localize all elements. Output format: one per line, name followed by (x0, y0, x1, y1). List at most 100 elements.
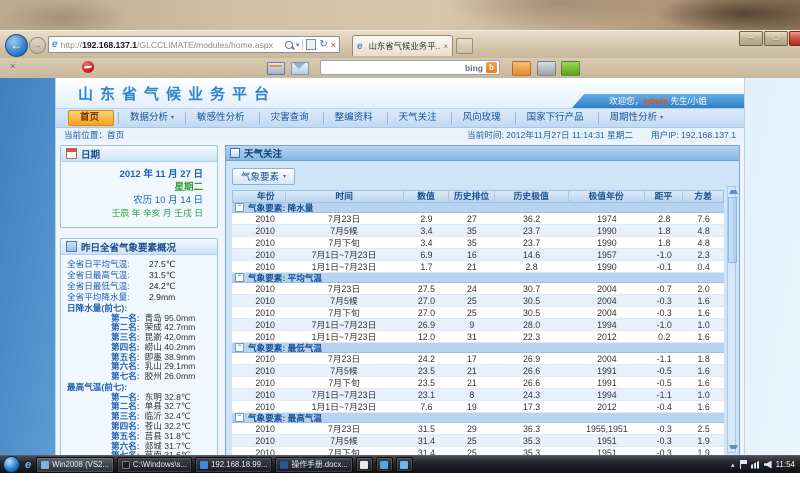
card-reader-icon[interactable] (267, 62, 285, 75)
table-row[interactable]: 20107月23日31.52936.31955,1951-0.32.5 (232, 423, 724, 435)
refresh-icon[interactable]: ↻ (319, 40, 327, 50)
new-tab-button[interactable] (456, 38, 473, 54)
collapse-icon[interactable]: − (235, 343, 244, 352)
tray-expand-icon[interactable]: ▴ (731, 461, 735, 469)
taskbar-window-button[interactable]: Win2008 (VS2... (36, 457, 114, 473)
table-cell: 26.6 (495, 377, 569, 389)
action-center-flag-icon[interactable] (739, 460, 747, 469)
table-row[interactable]: 20107月5候27.02530.52004-0.31.6 (232, 295, 724, 307)
tab-close-icon[interactable]: × (443, 42, 448, 51)
table-row[interactable]: 20107月5候31.42535.31951-0.31.9 (232, 435, 724, 447)
forward-button[interactable]: → (29, 37, 46, 54)
back-button[interactable]: ← (5, 34, 28, 57)
nav-item[interactable]: 敏感性分析 (185, 112, 259, 124)
table-cell: 1951 (569, 447, 645, 456)
column-header: 方差 (683, 190, 723, 203)
element-filter-button[interactable]: 气象要素▾ (232, 168, 295, 185)
nav-item[interactable]: 风向玫瑰 (451, 112, 515, 124)
username: admin (643, 96, 668, 106)
maximize-button[interactable]: □ (764, 31, 788, 46)
scrollbar-thumb[interactable] (728, 197, 737, 263)
group-header-row[interactable]: − 气象要素: 最高气温 (232, 413, 724, 423)
table-row[interactable]: 20107月1日~7月23日26.9928.01994-1.01.0 (232, 319, 724, 331)
stop-icon[interactable]: × (331, 40, 336, 50)
table-row[interactable]: 20107月23日2.92736.219742.87.6 (232, 213, 724, 225)
table-cell: 2004 (569, 283, 645, 295)
browser-tab[interactable]: e 山东省气候业务平... × (352, 35, 453, 56)
close-button[interactable]: × (789, 31, 800, 46)
table-row[interactable]: 20107月5候3.43523.719901.84.8 (232, 225, 724, 237)
rank-item: 第三名:临沂 32.4℃ (67, 412, 213, 422)
table-row[interactable]: 20107月下旬3.43523.719901.84.8 (232, 237, 724, 249)
table-cell: 2010 (246, 295, 284, 307)
nav-item[interactable]: 首页 (68, 110, 114, 126)
rank-item: 第七名:胶州 26.0mm (67, 372, 213, 382)
date-line: 2012 年 11 月 27 日 (67, 168, 203, 181)
table-cell: 2010 (246, 435, 284, 447)
search-dropdown-icon[interactable]: ▾ (296, 41, 300, 49)
compatibility-view-icon[interactable] (306, 39, 316, 50)
bing-search-input[interactable]: bing b (320, 60, 500, 75)
url-text[interactable]: http://192.168.137.1/GLCCLIMATE/modules/… (61, 40, 283, 50)
taskbar-icon-button[interactable] (356, 457, 373, 472)
group-header-row[interactable]: − 气象要素: 降水量 (232, 203, 724, 213)
table-row[interactable]: 20107月23日24.21726.92004-1.11.8 (232, 353, 724, 365)
collapse-icon[interactable]: − (235, 273, 244, 282)
table-row[interactable]: 20107月下旬23.52126.61991-0.51.6 (232, 377, 724, 389)
network-icon[interactable] (751, 461, 760, 469)
address-bar[interactable]: e http://192.168.137.1/GLCCLIMATE/module… (48, 36, 340, 53)
start-button[interactable] (3, 456, 20, 473)
table-cell: 26.9 (404, 319, 449, 331)
addon-orange-icon[interactable] (512, 61, 531, 76)
volume-icon[interactable] (764, 461, 772, 469)
collapse-icon[interactable]: − (235, 413, 244, 422)
collapse-icon[interactable]: − (235, 203, 244, 212)
taskbar-window-button[interactable]: C:\Windows\s... (117, 457, 192, 473)
table-cell: 31.5 (404, 423, 449, 435)
nav-item[interactable]: 数据分析▾ (118, 112, 185, 124)
bing-search-button[interactable]: b (486, 62, 497, 73)
table-cell: 1.8 (645, 225, 683, 237)
table-cell: 23.5 (404, 377, 449, 389)
table-row[interactable]: 20107月下旬27.02530.52004-0.31.6 (232, 307, 724, 319)
table-cell: -0.3 (645, 307, 683, 319)
ie-taskbar-icon[interactable]: e (23, 458, 33, 472)
panel-header: 天气关注 (226, 146, 739, 161)
addon-green-icon[interactable] (561, 61, 580, 76)
taskbar-icon-button[interactable] (396, 457, 413, 472)
taskbar-window-button[interactable]: 192.168.18.99... (195, 457, 272, 473)
table-scrollbar[interactable] (727, 186, 736, 453)
scroll-up-icon[interactable] (729, 190, 738, 194)
weather-summary-panel: 昨日全省气象要素概况 全省日平均气温:27.5℃全省日最高气温:31.5℃全省日… (60, 238, 218, 455)
table-row[interactable]: 20107月23日27.52430.72004-0.72.0 (232, 283, 724, 295)
taskbar-window-button[interactable]: 操作手册.docx... (275, 457, 352, 473)
minimize-button[interactable]: – (739, 31, 763, 46)
table-cell: 27 (449, 213, 494, 225)
addon-red-icon[interactable] (82, 61, 94, 73)
group-header-row[interactable]: − 气象要素: 平均气温 (232, 273, 724, 283)
table-row[interactable]: 20107月下旬31.42535.31951-0.31.9 (232, 447, 724, 455)
table-cell: 7月23日 (284, 423, 404, 435)
table-row[interactable]: 20107月5候23.52126.61991-0.51.6 (232, 365, 724, 377)
window-icon (380, 461, 388, 469)
search-icon[interactable] (285, 41, 293, 49)
mail-icon[interactable] (291, 62, 309, 75)
nav-item[interactable]: 周期性分析▾ (598, 112, 675, 124)
table-cell: 1994 (569, 389, 645, 401)
scroll-down-icon[interactable] (729, 445, 738, 449)
nav-item[interactable]: 整编资料 (323, 112, 387, 124)
nav-item[interactable]: 天气关注 (387, 112, 451, 124)
table-cell: 2012 (569, 331, 645, 343)
table-row[interactable]: 20107月1日~7月23日23.1824.31994-1.11.0 (232, 389, 724, 401)
table-cell: 2010 (246, 447, 284, 456)
command-bar-close-icon[interactable]: × (10, 61, 15, 71)
group-header-row[interactable]: − 气象要素: 最低气温 (232, 343, 724, 353)
table-row[interactable]: 20107月1日~7月23日6.91614.61957-1.02.3 (232, 249, 724, 261)
page-title: 山东省气候业务平台 (78, 83, 276, 104)
addon-grey-icon[interactable] (537, 61, 556, 76)
taskbar-clock[interactable]: 11:54 (776, 460, 795, 469)
taskbar-icon-button[interactable] (376, 457, 393, 472)
table-cell: -1.1 (645, 353, 683, 365)
nav-item[interactable]: 灾害查询 (259, 112, 323, 124)
nav-item[interactable]: 国家下行产品 (515, 112, 598, 124)
